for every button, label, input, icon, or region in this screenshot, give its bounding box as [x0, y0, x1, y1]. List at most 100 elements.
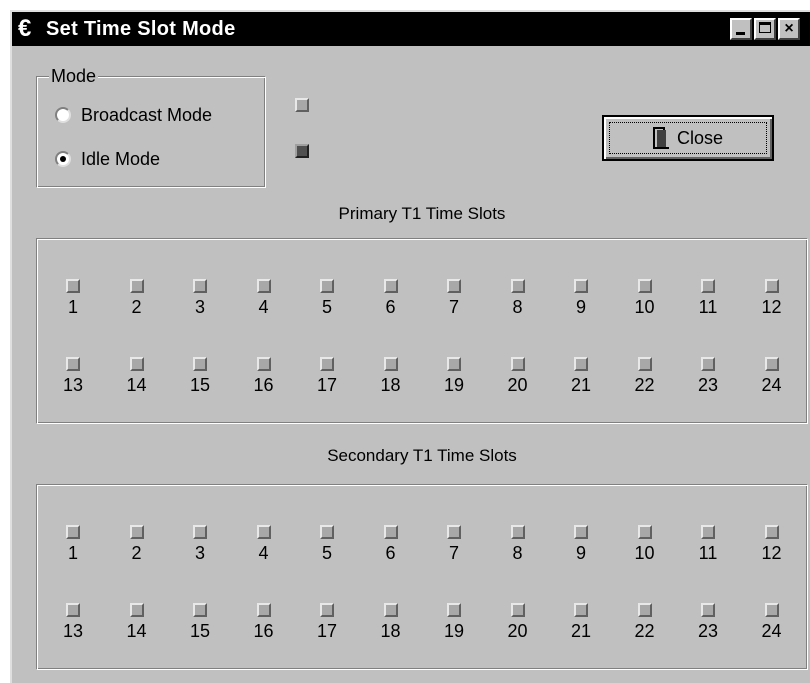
secondary-slot-21[interactable]: 21: [561, 603, 601, 642]
slot-indicator[interactable]: [129, 603, 144, 617]
minimize-button[interactable]: [730, 18, 752, 40]
slot-indicator[interactable]: [637, 603, 652, 617]
slot-indicator[interactable]: [193, 525, 207, 539]
secondary-slot-18[interactable]: 18: [371, 603, 411, 642]
slot-indicator[interactable]: [637, 525, 652, 539]
slot-indicator[interactable]: [320, 603, 334, 617]
secondary-slot-16[interactable]: 16: [244, 603, 284, 642]
slot-indicator[interactable]: [701, 279, 715, 293]
primary-slot-3[interactable]: 3: [180, 279, 220, 318]
window-close-button[interactable]: ×: [778, 18, 800, 40]
primary-slot-23[interactable]: 23: [688, 357, 728, 396]
slot-indicator[interactable]: [510, 525, 525, 539]
secondary-slot-10[interactable]: 10: [625, 525, 665, 564]
slot-indicator[interactable]: [764, 525, 779, 539]
secondary-slot-7[interactable]: 7: [434, 525, 474, 564]
secondary-slot-12[interactable]: 12: [752, 525, 792, 564]
slot-indicator[interactable]: [66, 603, 80, 617]
slot-indicator[interactable]: [193, 279, 207, 293]
primary-slot-16[interactable]: 16: [244, 357, 284, 396]
slot-indicator[interactable]: [637, 279, 652, 293]
slot-indicator[interactable]: [256, 357, 271, 371]
secondary-slot-17[interactable]: 17: [307, 603, 347, 642]
secondary-slot-9[interactable]: 9: [561, 525, 601, 564]
slot-indicator[interactable]: [256, 279, 271, 293]
primary-slot-8[interactable]: 8: [498, 279, 538, 318]
slot-indicator[interactable]: [574, 357, 588, 371]
primary-slot-21[interactable]: 21: [561, 357, 601, 396]
secondary-slot-3[interactable]: 3: [180, 525, 220, 564]
secondary-slot-15[interactable]: 15: [180, 603, 220, 642]
slot-indicator[interactable]: [129, 525, 144, 539]
slot-indicator[interactable]: [256, 525, 271, 539]
slot-indicator[interactable]: [574, 603, 588, 617]
slot-indicator[interactable]: [701, 357, 715, 371]
secondary-slot-23[interactable]: 23: [688, 603, 728, 642]
primary-slot-2[interactable]: 2: [117, 279, 157, 318]
slot-indicator[interactable]: [66, 357, 80, 371]
primary-slot-6[interactable]: 6: [371, 279, 411, 318]
slot-indicator[interactable]: [574, 279, 588, 293]
secondary-slot-8[interactable]: 8: [498, 525, 538, 564]
slot-indicator[interactable]: [256, 603, 271, 617]
slot-indicator[interactable]: [447, 525, 461, 539]
slot-indicator[interactable]: [383, 603, 398, 617]
primary-slot-5[interactable]: 5: [307, 279, 347, 318]
slot-indicator[interactable]: [383, 525, 398, 539]
primary-slot-14[interactable]: 14: [117, 357, 157, 396]
close-button[interactable]: Close: [602, 115, 774, 161]
secondary-slot-20[interactable]: 20: [498, 603, 538, 642]
title-bar[interactable]: € Set Time Slot Mode ×: [12, 12, 810, 46]
slot-indicator[interactable]: [764, 603, 779, 617]
slot-indicator[interactable]: [66, 525, 80, 539]
primary-slot-19[interactable]: 19: [434, 357, 474, 396]
slot-indicator[interactable]: [193, 357, 207, 371]
secondary-slot-24[interactable]: 24: [752, 603, 792, 642]
secondary-slot-1[interactable]: 1: [53, 525, 93, 564]
secondary-slot-4[interactable]: 4: [244, 525, 284, 564]
slot-indicator[interactable]: [764, 357, 779, 371]
slot-indicator[interactable]: [320, 279, 334, 293]
slot-indicator[interactable]: [383, 279, 398, 293]
slot-indicator[interactable]: [637, 357, 652, 371]
primary-slot-4[interactable]: 4: [244, 279, 284, 318]
slot-indicator[interactable]: [447, 357, 461, 371]
slot-indicator[interactable]: [193, 603, 207, 617]
secondary-slot-14[interactable]: 14: [117, 603, 157, 642]
slot-indicator[interactable]: [129, 357, 144, 371]
slot-indicator[interactable]: [66, 279, 80, 293]
slot-indicator[interactable]: [129, 279, 144, 293]
slot-indicator[interactable]: [320, 525, 334, 539]
primary-slot-18[interactable]: 18: [371, 357, 411, 396]
primary-slot-22[interactable]: 22: [625, 357, 665, 396]
secondary-slot-6[interactable]: 6: [371, 525, 411, 564]
primary-slot-9[interactable]: 9: [561, 279, 601, 318]
slot-indicator[interactable]: [383, 357, 398, 371]
slot-indicator[interactable]: [510, 279, 525, 293]
maximize-button[interactable]: [754, 18, 776, 40]
secondary-slot-2[interactable]: 2: [117, 525, 157, 564]
secondary-slot-11[interactable]: 11: [688, 525, 728, 564]
slot-indicator[interactable]: [320, 357, 334, 371]
secondary-slot-5[interactable]: 5: [307, 525, 347, 564]
broadcast-mode-radio[interactable]: Broadcast Mode: [55, 103, 212, 127]
idle-mode-radio[interactable]: Idle Mode: [55, 147, 160, 171]
primary-slot-10[interactable]: 10: [625, 279, 665, 318]
radio-checked-icon[interactable]: [55, 151, 71, 167]
slot-indicator[interactable]: [447, 603, 461, 617]
primary-slot-20[interactable]: 20: [498, 357, 538, 396]
radio-unchecked-icon[interactable]: [55, 107, 71, 123]
slot-indicator[interactable]: [447, 279, 461, 293]
secondary-slot-22[interactable]: 22: [625, 603, 665, 642]
slot-indicator[interactable]: [701, 603, 715, 617]
primary-slot-1[interactable]: 1: [53, 279, 93, 318]
slot-indicator[interactable]: [574, 525, 588, 539]
slot-indicator[interactable]: [510, 603, 525, 617]
primary-slot-24[interactable]: 24: [752, 357, 792, 396]
primary-slot-12[interactable]: 12: [752, 279, 792, 318]
slot-indicator[interactable]: [510, 357, 525, 371]
slot-indicator[interactable]: [764, 279, 779, 293]
secondary-slot-13[interactable]: 13: [53, 603, 93, 642]
primary-slot-13[interactable]: 13: [53, 357, 93, 396]
primary-slot-7[interactable]: 7: [434, 279, 474, 318]
